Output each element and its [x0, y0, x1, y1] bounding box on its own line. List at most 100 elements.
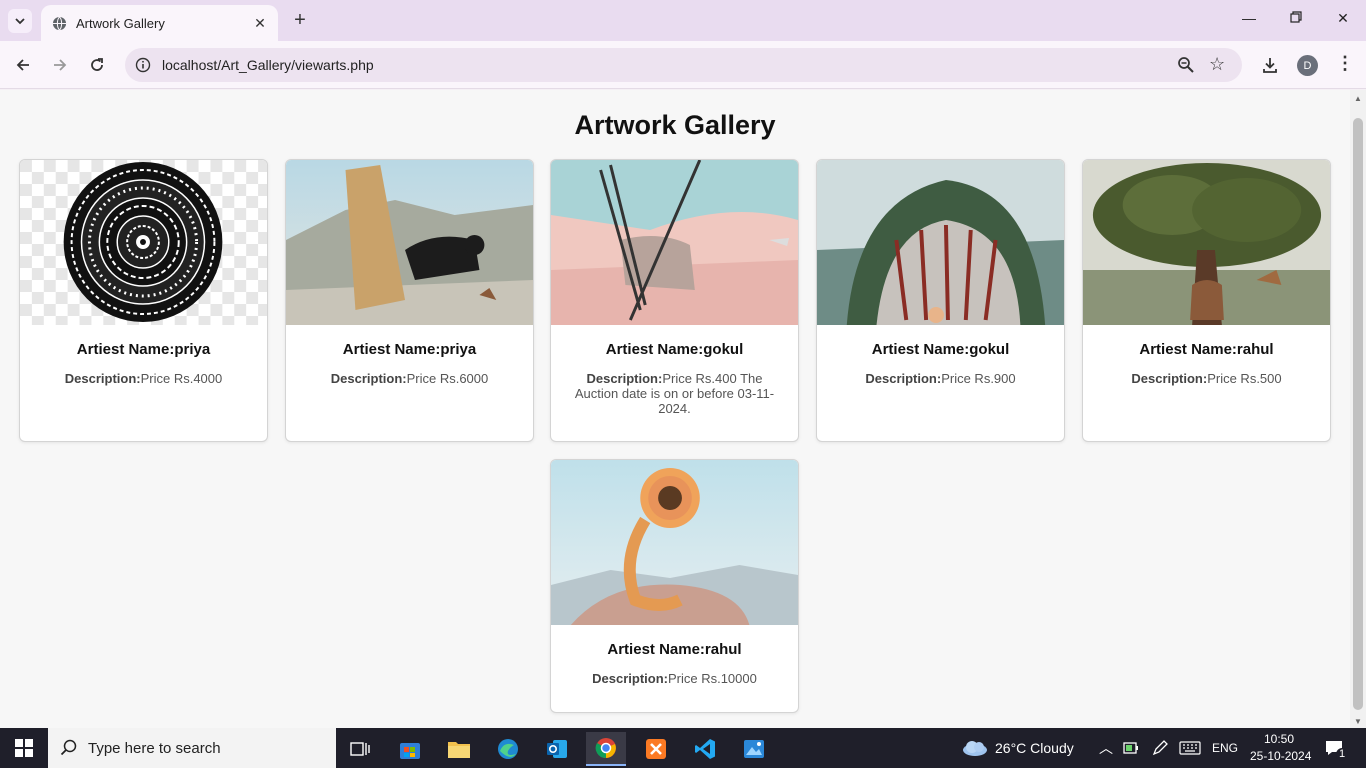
- artwork-card[interactable]: Artiest Name:priya Description:Price Rs.…: [285, 159, 534, 442]
- xampp-button[interactable]: [636, 732, 676, 766]
- clock-date[interactable]: 25-10-2024: [1250, 749, 1311, 763]
- xampp-icon: [646, 739, 666, 759]
- start-button[interactable]: [0, 728, 48, 768]
- microsoft-store-button[interactable]: [390, 732, 430, 766]
- minimize-button[interactable]: —: [1237, 10, 1261, 32]
- address-bar[interactable]: localhost/Art_Gallery/viewarts.php ☆: [125, 48, 1242, 82]
- artwork-description: Description:Price Rs.4000: [42, 371, 245, 386]
- scrollbar-thumb[interactable]: [1353, 118, 1363, 710]
- chrome-button[interactable]: [586, 732, 626, 766]
- language-indicator[interactable]: ENG: [1212, 741, 1238, 755]
- search-icon: [60, 739, 77, 756]
- artwork-image-mandala: [20, 160, 267, 325]
- photos-icon: [744, 740, 764, 758]
- browser-toolbar: localhost/Art_Gallery/viewarts.php ☆ D ⋮: [0, 41, 1366, 89]
- scroll-down-icon[interactable]: ▼: [1354, 717, 1362, 726]
- battery-icon[interactable]: [1123, 741, 1139, 755]
- artwork-card[interactable]: Artiest Name:priya Description:Price Rs.…: [19, 159, 268, 442]
- edge-browser-button[interactable]: [488, 732, 528, 766]
- windows-taskbar: Type here to search 26°C Cloudy ︿ ENG 10…: [0, 728, 1366, 768]
- artist-name: Artiest Name:rahul: [1139, 341, 1274, 358]
- tab-title: Artwork Gallery: [76, 15, 165, 31]
- description-label: Description:: [586, 371, 663, 386]
- browser-menu-icon[interactable]: ⋮: [1336, 53, 1354, 74]
- bookmark-star-icon[interactable]: ☆: [1209, 54, 1225, 75]
- show-hidden-icons-icon[interactable]: ︿: [1099, 738, 1113, 758]
- store-icon: [400, 743, 420, 759]
- description-text: Price Rs.900: [941, 371, 1016, 386]
- description-label: Description:: [330, 371, 407, 386]
- url-text[interactable]: localhost/Art_Gallery/viewarts.php: [162, 57, 374, 73]
- description-text: Price Rs.10000: [667, 671, 757, 686]
- outlook-icon: [547, 740, 567, 758]
- description-label: Description:: [592, 671, 668, 686]
- notification-count-badge: 1: [1336, 748, 1348, 761]
- description-label: Description:: [1131, 371, 1208, 386]
- tab-close-icon[interactable]: ✕: [252, 15, 268, 32]
- artist-name: Artiest Name:rahul: [607, 641, 742, 658]
- download-icon: [1263, 58, 1277, 73]
- artwork-card[interactable]: Artiest Name:gokul Description:Price Rs.…: [550, 159, 799, 442]
- forward-button[interactable]: [48, 53, 72, 77]
- outlook-button[interactable]: [537, 732, 577, 766]
- artwork-image-zebra-forest: [817, 160, 1064, 325]
- artwork-description: Description:Price Rs.10000: [573, 671, 776, 686]
- reload-icon: [91, 58, 103, 71]
- artwork-card[interactable]: Artiest Name:rahul Description:Price Rs.…: [550, 459, 799, 713]
- back-button[interactable]: [11, 53, 35, 77]
- close-window-button[interactable]: ✕: [1331, 10, 1355, 32]
- search-placeholder: Type here to search: [88, 740, 221, 757]
- photos-button[interactable]: [734, 732, 774, 766]
- tab-search-button[interactable]: [8, 9, 32, 33]
- forward-arrow-icon: [54, 59, 67, 71]
- site-info-icon[interactable]: [135, 57, 151, 73]
- weather-text[interactable]: 26°C Cloudy: [995, 740, 1074, 756]
- description-label: Description:: [64, 371, 141, 386]
- tab-strip: Artwork Gallery ✕ + — ✕: [0, 0, 1366, 41]
- restore-button[interactable]: [1284, 10, 1308, 32]
- taskbar-search-box[interactable]: Type here to search: [48, 728, 336, 768]
- artist-name: Artiest Name:priya: [342, 341, 477, 358]
- file-explorer-button[interactable]: [439, 732, 479, 766]
- folder-icon: [448, 742, 470, 758]
- weather-cloud-icon[interactable]: [961, 739, 989, 757]
- zoom-icon[interactable]: [1177, 56, 1195, 74]
- description-label: Description:: [865, 371, 942, 386]
- artwork-card[interactable]: Artiest Name:rahul Description:Price Rs.…: [1082, 159, 1331, 442]
- restore-icon: [1290, 11, 1302, 23]
- page-scrollbar[interactable]: ▲ ▼: [1350, 90, 1366, 728]
- description-text: Price Rs.6000: [406, 371, 489, 386]
- artwork-description: Description:Price Rs.6000: [308, 371, 511, 386]
- pen-icon[interactable]: [1151, 739, 1169, 757]
- artwork-card[interactable]: Artiest Name:gokul Description:Price Rs.…: [816, 159, 1065, 442]
- clock-time[interactable]: 10:50: [1264, 732, 1294, 746]
- profile-avatar[interactable]: D: [1297, 55, 1318, 76]
- task-view-button[interactable]: [340, 732, 380, 766]
- back-arrow-icon: [16, 59, 29, 71]
- task-view-icon: [350, 742, 370, 756]
- keyboard-icon[interactable]: [1179, 741, 1201, 755]
- chrome-icon: [595, 738, 616, 759]
- artwork-image-deer-tree: [1083, 160, 1330, 325]
- edge-icon: [498, 739, 518, 759]
- artist-name: Artiest Name:gokul: [605, 341, 744, 358]
- artwork-image-leopard: [286, 160, 533, 325]
- description-text: Price Rs.500: [1207, 371, 1282, 386]
- description-text: Price Rs.4000: [140, 371, 223, 386]
- artist-name: Artiest Name:priya: [76, 341, 211, 358]
- page-title: Artwork Gallery: [574, 110, 776, 140]
- scroll-up-icon[interactable]: ▲: [1354, 94, 1362, 103]
- artwork-image-oryx: [551, 160, 798, 325]
- page-viewport: Artwork Gallery Artiest Name:priya Descr…: [0, 90, 1350, 728]
- globe-icon: [51, 15, 67, 31]
- artwork-description: Description:Price Rs.900: [839, 371, 1042, 386]
- tab-artwork-gallery[interactable]: Artwork Gallery ✕: [41, 5, 278, 41]
- downloads-button[interactable]: [1258, 53, 1282, 77]
- artwork-image-sunflower: [551, 460, 798, 625]
- artwork-description: Description:Price Rs.400 The Auction dat…: [573, 371, 776, 416]
- new-tab-button[interactable]: +: [289, 10, 311, 32]
- windows-logo-icon: [15, 739, 33, 757]
- vscode-button[interactable]: [685, 732, 725, 766]
- reload-button[interactable]: [85, 53, 109, 77]
- artist-name: Artiest Name:gokul: [871, 341, 1010, 358]
